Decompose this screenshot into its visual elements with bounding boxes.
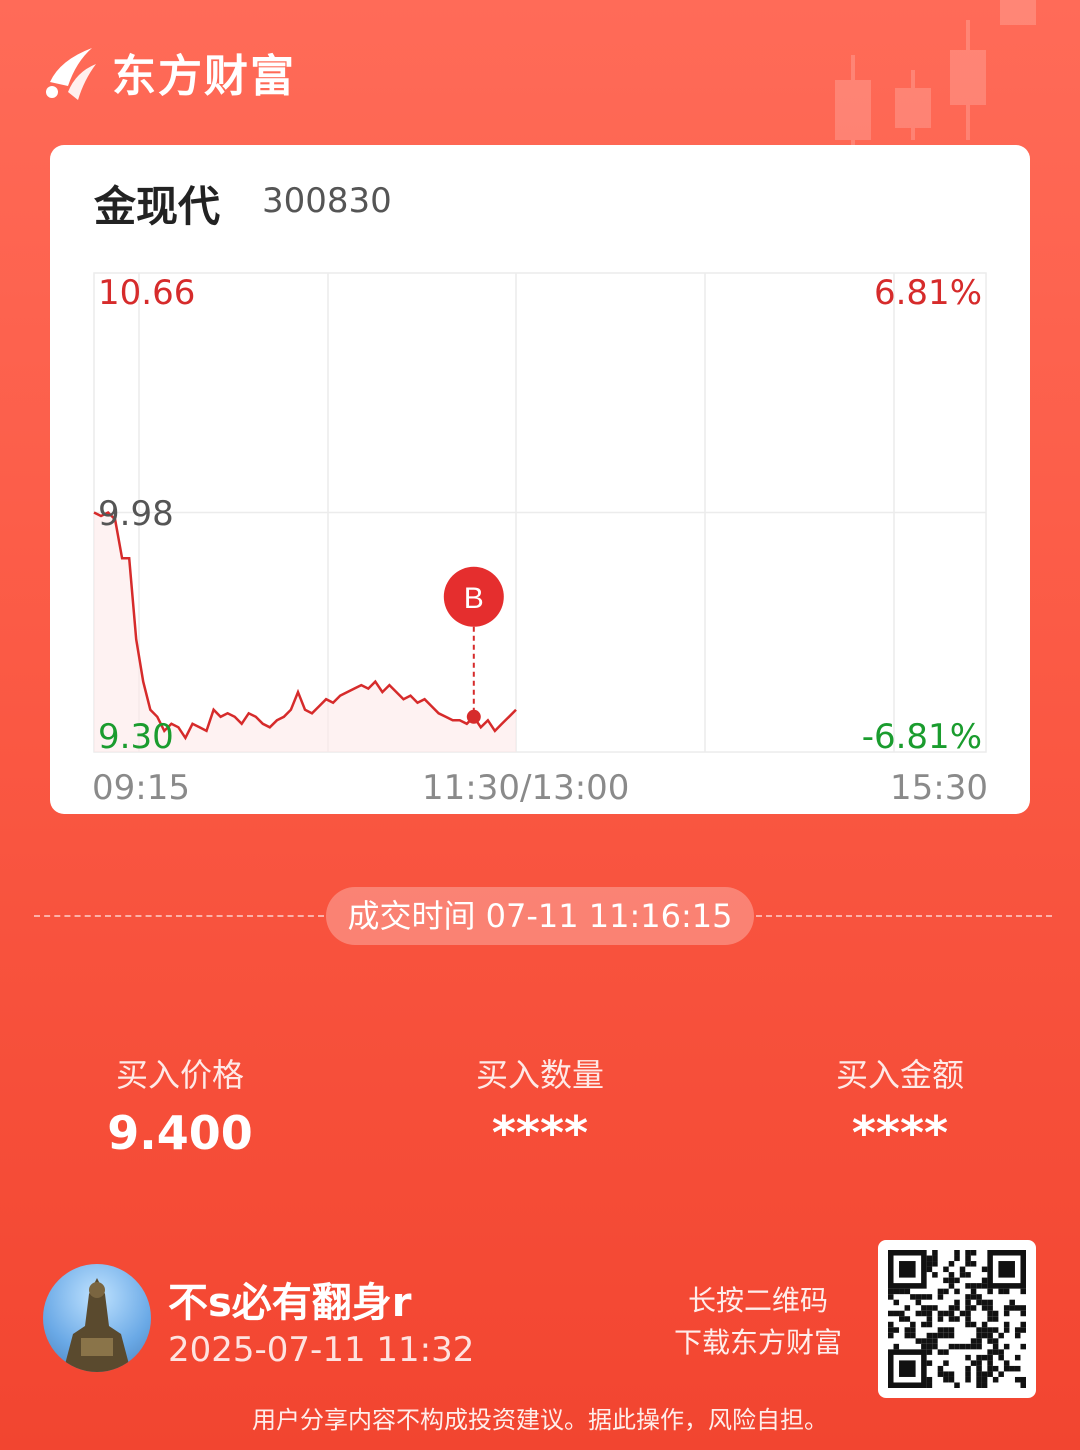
x-tick-mid: 11:30/13:00 (422, 768, 630, 808)
chart-grid (93, 272, 987, 753)
avatar-statue-image (63, 1278, 131, 1372)
eastmoney-logo-icon (46, 48, 96, 100)
username: 不s必有翻身r (168, 1280, 412, 1326)
buy-quantity-label: 买入数量 (475, 1056, 604, 1094)
trade-time-row: 成交时间 07-11 11:16:15 (0, 887, 1080, 945)
pct-low-label: -6.81% (861, 717, 982, 757)
buy-amount-stat: 买入金额 **** (780, 1050, 1020, 1160)
divider-left (34, 915, 324, 917)
buy-quantity-stat: 买入数量 **** (420, 1050, 660, 1160)
buy-price-stat: 买入价格 9.400 (60, 1050, 300, 1160)
post-time: 2025-07-11 11:32 (168, 1330, 475, 1370)
buy-price-label: 买入价格 (115, 1056, 244, 1094)
qr-code[interactable] (878, 1240, 1036, 1398)
download-hint-line1: 长按二维码 (687, 1284, 828, 1317)
trade-time-pill: 成交时间 07-11 11:16:15 (326, 887, 754, 945)
buy-amount-value: **** (851, 1106, 949, 1160)
x-tick-start: 09:15 (92, 768, 190, 808)
buy-amount-label: 买入金额 (835, 1056, 964, 1094)
disclaimer: 用户分享内容不构成投资建议。据此操作，风险自担。 (252, 1406, 828, 1434)
buy-quantity-value: **** (491, 1106, 589, 1160)
download-hint: 长按二维码 下载东方财富 (668, 1280, 848, 1364)
download-hint-line2: 下载东方财富 (673, 1326, 842, 1359)
y-mid-label: 9.98 (98, 494, 174, 534)
intraday-chart: B (93, 272, 987, 753)
avatar[interactable] (43, 1264, 151, 1372)
qr-code-icon (888, 1250, 1026, 1388)
buy-price-value: 9.400 (107, 1106, 253, 1160)
brand-header: 东方财富 (42, 40, 296, 104)
buy-marker-label: B (464, 582, 484, 615)
y-high-label: 10.66 (98, 273, 196, 313)
x-tick-end: 15:30 (890, 768, 988, 808)
price-line (93, 510, 517, 741)
pct-high-label: 6.81% (873, 273, 982, 313)
divider-right (756, 915, 1052, 917)
candlestick-decoration (835, 0, 1036, 150)
stock-chart-card: 金现代 300830 B 10.66 9.98 9.30 6.81% -6.81… (50, 145, 1030, 814)
y-low-label: 9.30 (98, 717, 174, 757)
trade-marker-dot (466, 709, 481, 724)
brand-name: 东方财富 (112, 51, 296, 102)
